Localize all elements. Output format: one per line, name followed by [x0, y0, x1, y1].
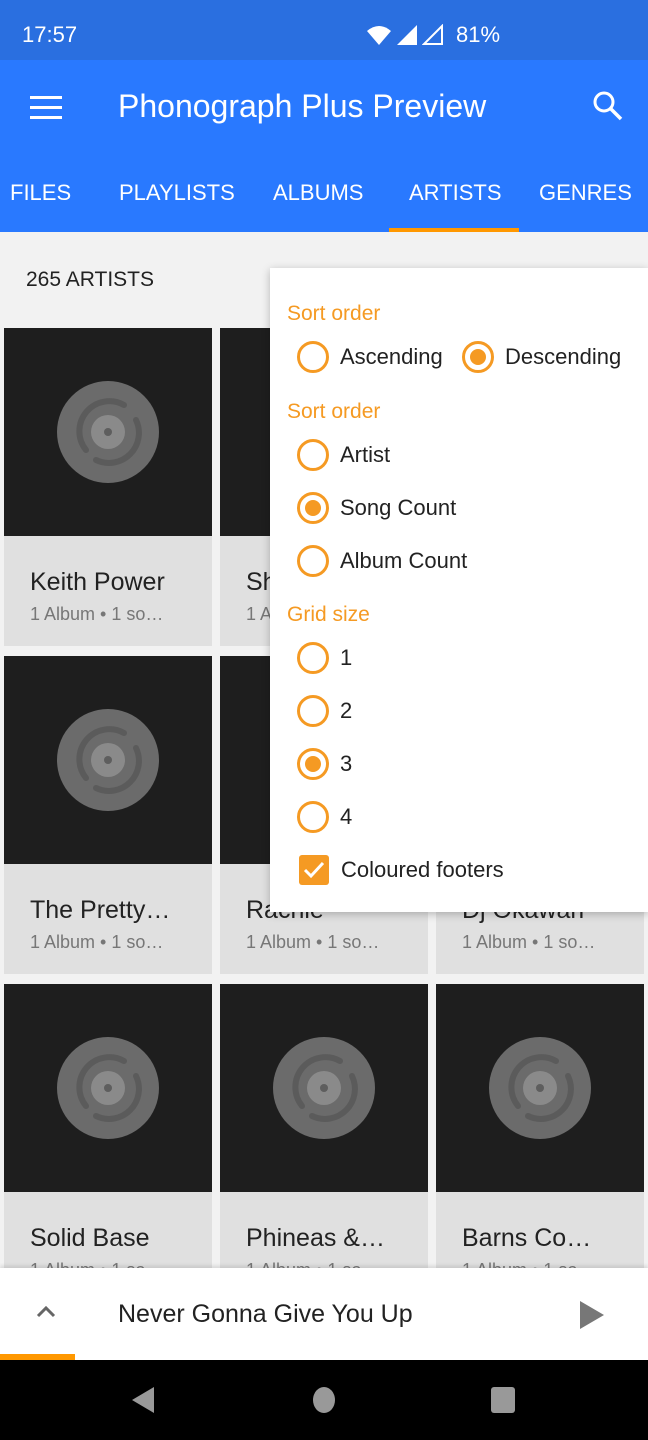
recents-icon[interactable] [490, 1386, 516, 1414]
artist-meta: 1 Album • 1 so… [462, 932, 596, 952]
artist-meta: 1 Album • 1 so… [246, 932, 380, 952]
artist-artwork [436, 984, 644, 1192]
radio-icon [297, 341, 329, 373]
vinyl-record-icon [489, 1037, 591, 1139]
option-label: Ascending [340, 344, 443, 369]
artist-name: Barns Co… [462, 1224, 592, 1252]
radio-icon [297, 439, 329, 471]
radio-icon [297, 695, 329, 727]
option-label: 4 [340, 804, 353, 829]
artist-card[interactable]: Keith Power 1 Album • 1 so… [4, 328, 212, 646]
artist-card[interactable]: Solid Base1 Album • 1 so… [4, 984, 212, 1302]
radio-selected-icon [462, 341, 494, 373]
vinyl-record-icon [57, 709, 159, 811]
tab-playlists[interactable]: PLAYLISTS [119, 180, 235, 206]
tab-genres[interactable]: GENRES [539, 180, 632, 206]
option-song-count[interactable]: Song Count [297, 492, 456, 524]
option-label: Descending [505, 344, 622, 369]
chevron-up-icon[interactable] [36, 1304, 56, 1318]
artist-artwork [4, 984, 212, 1192]
checkbox-label: Coloured footers [341, 857, 504, 882]
option-ascending[interactable]: Ascending [297, 341, 443, 373]
option-label: 2 [340, 698, 353, 723]
artist-name: Phineas &… [246, 1224, 385, 1252]
artist-meta: 1 Album • 1 so… [30, 932, 164, 952]
artist-count: 265 ARTISTS [26, 268, 155, 291]
artist-name: The Pretty… [30, 896, 171, 924]
option-descending[interactable]: Descending [462, 341, 621, 373]
radio-icon [297, 545, 329, 577]
artist-card[interactable]: Barns Co…1 Album • 1 so… [436, 984, 644, 1302]
coloured-footers-checkbox[interactable]: Coloured footers [299, 855, 504, 885]
tab-files[interactable]: FILES [10, 180, 71, 206]
back-icon[interactable] [130, 1386, 156, 1414]
option-grid-3[interactable]: 3 [297, 748, 352, 780]
status-bar: 17:57 81% [0, 0, 648, 60]
play-icon[interactable] [580, 1301, 604, 1329]
section-title: Sort order [287, 302, 381, 325]
now-playing-bar[interactable]: Never Gonna Give You Up [0, 1268, 648, 1360]
app-bar: Phonograph Plus Preview FILES PLAYLISTS … [0, 60, 648, 232]
vinyl-record-icon [273, 1037, 375, 1139]
option-label: Artist [340, 442, 391, 467]
option-label: Album Count [340, 548, 468, 573]
option-grid-4[interactable]: 4 [297, 801, 352, 833]
battery-level: 81% [456, 22, 501, 47]
option-label: Song Count [340, 495, 457, 520]
checkbox-checked-icon [299, 855, 329, 885]
artist-name: Solid Base [30, 1224, 150, 1252]
menu-icon[interactable] [30, 96, 62, 120]
radio-selected-icon [297, 748, 329, 780]
tab-albums[interactable]: ALBUMS [273, 180, 363, 206]
section-title: Grid size [287, 603, 370, 626]
home-icon[interactable] [312, 1386, 336, 1414]
option-artist[interactable]: Artist [297, 439, 390, 471]
vinyl-record-icon [57, 381, 159, 483]
artist-artwork [4, 328, 212, 536]
artist-artwork [220, 984, 428, 1192]
artist-meta: 1 Album • 1 so… [30, 604, 164, 624]
tab-bar: FILES PLAYLISTS ALBUMS ARTISTS GENRES [0, 172, 648, 232]
tab-artists[interactable]: ARTISTS [409, 180, 502, 206]
option-album-count[interactable]: Album Count [297, 545, 467, 577]
now-playing-title: Never Gonna Give You Up [118, 1300, 413, 1328]
option-grid-1[interactable]: 1 [297, 642, 352, 674]
search-icon[interactable] [592, 90, 624, 122]
radio-icon [297, 801, 329, 833]
artist-card[interactable]: The Pretty… 1 Album • 1 so… [4, 656, 212, 974]
system-nav-bar [0, 1360, 648, 1440]
option-grid-2[interactable]: 2 [297, 695, 352, 727]
signal-full-icon [397, 25, 417, 45]
vinyl-record-icon [57, 1037, 159, 1139]
artist-name: Keith Power [30, 568, 165, 596]
signal-empty-icon [422, 24, 443, 45]
app-title: Phonograph Plus Preview [118, 88, 487, 124]
option-label: 1 [340, 645, 353, 670]
status-time: 17:57 [22, 22, 78, 47]
artist-card[interactable]: Phineas &…1 Album • 1 so… [220, 984, 428, 1302]
artist-artwork [4, 656, 212, 864]
wifi-icon [367, 26, 391, 45]
radio-icon [297, 642, 329, 674]
section-title: Sort order [287, 400, 381, 423]
artist-meta: 1 A [246, 604, 273, 624]
option-label: 3 [340, 751, 353, 776]
sort-options-popup: Sort order Ascending Descending Sort ord… [270, 268, 648, 912]
radio-selected-icon [297, 492, 329, 524]
